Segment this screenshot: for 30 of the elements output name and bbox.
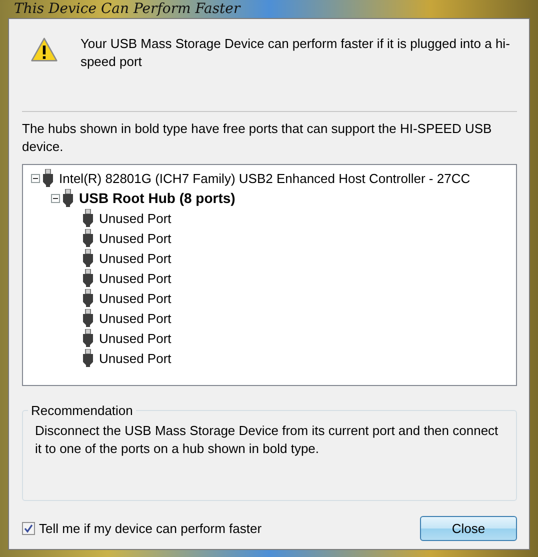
window-title: This Device Can Perform Faster [13, 0, 242, 18]
tree-item[interactable]: Intel(R) 82801G (ICH7 Family) USB2 Enhanced Host Controller - 27CC [59, 170, 470, 186]
tree-item[interactable]: Unused Port [99, 230, 172, 246]
tree-item[interactable]: Unused Port [99, 350, 172, 366]
usb-plug-icon [83, 209, 93, 227]
usb-plug-icon [43, 169, 53, 187]
usb-plug-icon [83, 289, 93, 307]
usb-plug-icon [63, 189, 73, 207]
checkbox-label: Tell me if my device can perform faster [39, 521, 262, 536]
warning-message: Your USB Mass Storage Device can perform faster if it is plugged into a hi-speed port [80, 35, 511, 71]
collapse-toggle[interactable] [51, 194, 60, 202]
tree-item[interactable]: Unused Port [99, 330, 172, 346]
checkbox[interactable] [22, 522, 35, 535]
hint-text: The hubs shown in bold type have free ports that can support the HI-SPEED USB device. [22, 120, 493, 156]
usb-plug-icon [83, 269, 93, 287]
group-title: Recommendation [30, 403, 134, 418]
usb-plug-icon [83, 229, 93, 247]
usb-plug-icon [83, 329, 93, 347]
close-button[interactable]: Close [420, 516, 517, 541]
usb-plug-icon [83, 249, 93, 267]
tree-item[interactable]: Unused Port [99, 210, 172, 226]
tree-item[interactable]: Unused Port [99, 250, 172, 266]
tree-item[interactable]: Unused Port [99, 290, 172, 306]
tree-item[interactable]: USB Root Hub (8 ports) [79, 190, 236, 206]
tree-item[interactable]: Unused Port [99, 270, 172, 286]
collapse-toggle[interactable] [31, 174, 40, 182]
usb-plug-icon [83, 309, 93, 327]
recommendation-text: Disconnect the USB Mass Storage Device from its current port and then connect it to one of the ports on a hub shown in bold type. [35, 422, 500, 458]
usb-plug-icon [83, 349, 93, 367]
tree-item[interactable]: Unused Port [99, 310, 172, 326]
